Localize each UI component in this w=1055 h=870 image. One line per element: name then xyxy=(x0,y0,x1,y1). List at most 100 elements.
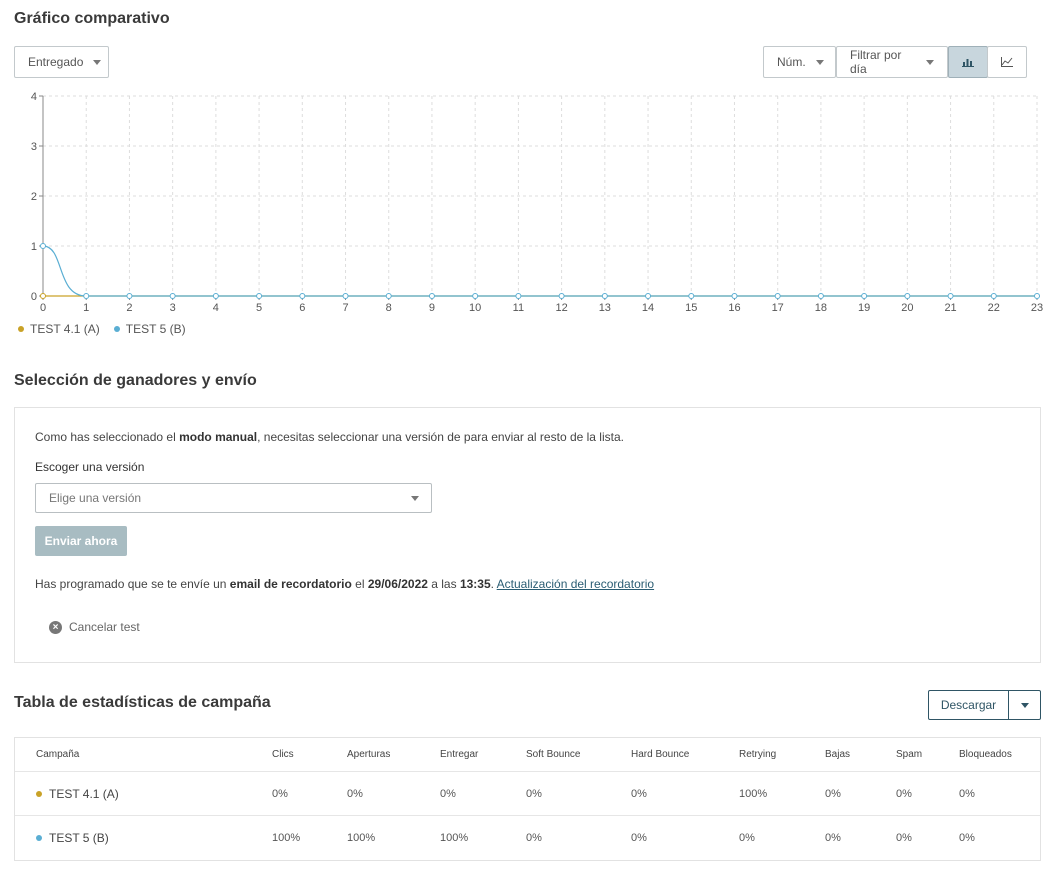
data-point-b[interactable] xyxy=(774,293,781,299)
data-point-b[interactable] xyxy=(688,293,695,299)
stats-section-title: Tabla de estadísticas de campaña xyxy=(14,694,271,711)
campaign-name: TEST 5 (B) xyxy=(49,831,109,845)
x-tick-label: 17 xyxy=(772,302,784,314)
data-point-b[interactable] xyxy=(472,293,479,299)
col-opens[interactable]: Aperturas xyxy=(347,738,390,771)
chart-legend: TEST 4.1 (A) TEST 5 (B) xyxy=(18,322,186,336)
data-point-b[interactable] xyxy=(601,293,608,299)
winners-section-title: Selección de ganadores y envío xyxy=(14,372,257,389)
metric-dropdown[interactable]: Entregado xyxy=(14,46,109,78)
reminder-pre: Has programado que se te envíe un xyxy=(35,577,230,591)
series-b-dot xyxy=(113,326,120,332)
line-view-button[interactable] xyxy=(987,46,1027,78)
x-tick-label: 4 xyxy=(213,302,219,314)
data-point-b[interactable] xyxy=(40,243,46,249)
num-dropdown[interactable]: Núm. xyxy=(763,46,836,78)
data-point-b[interactable] xyxy=(515,293,522,299)
intro-pre: Como has seleccionado el xyxy=(35,430,180,444)
data-point-b[interactable] xyxy=(83,293,90,299)
data-point-a[interactable] xyxy=(40,293,46,299)
col-soft-bounce[interactable]: Soft Bounce xyxy=(526,738,580,771)
data-point-b[interactable] xyxy=(645,293,652,299)
data-point-b[interactable] xyxy=(342,293,349,299)
download-button[interactable]: Descargar xyxy=(928,690,1009,720)
data-point-b[interactable] xyxy=(212,293,219,299)
col-spam[interactable]: Spam xyxy=(896,738,922,771)
intro-bold: modo manual xyxy=(179,430,258,444)
col-campaign[interactable]: Campaña xyxy=(36,738,79,771)
data-point-b[interactable] xyxy=(731,293,738,299)
data-point-b[interactable] xyxy=(169,293,176,299)
data-point-b[interactable] xyxy=(299,293,306,299)
x-tick-label: 10 xyxy=(469,302,481,314)
comparison-chart: 012340 1 2 3 4 5 6 7 8 9 10 11 12 13 14 15 16 17 18 19 20 21 2… xyxy=(31,91,1043,314)
unsubscribes-cell: 0% xyxy=(825,787,841,800)
download-options-button[interactable] xyxy=(1008,690,1041,720)
bar-chart-icon xyxy=(962,59,974,67)
data-point-b[interactable] xyxy=(904,293,911,299)
x-tick-label: 14 xyxy=(642,302,654,314)
clicks-cell: 0% xyxy=(272,787,288,800)
campaign-name: TEST 4.1 (A) xyxy=(49,786,119,801)
table-header-row: Campaña Clics Aperturas Entregar Soft Bo… xyxy=(15,738,1040,772)
table-row: TEST 5 (B) 100% 100% 100% 0% 0% 0% 0% 0%… xyxy=(15,816,1040,860)
chevron-down-icon xyxy=(93,59,102,65)
opens-cell: 0% xyxy=(347,787,363,800)
data-point-b[interactable] xyxy=(126,293,133,299)
x-tick-label: 5 xyxy=(256,302,262,314)
x-tick-label: 12 xyxy=(555,302,567,314)
reminder-mid2: a las xyxy=(427,577,460,591)
y-tick-label: 1 xyxy=(31,241,37,253)
chevron-down-icon xyxy=(1020,702,1029,708)
col-delivered[interactable]: Entregar xyxy=(440,738,478,771)
cancel-test-label: Cancelar test xyxy=(69,620,140,634)
x-tick-label: 20 xyxy=(901,302,913,314)
version-select[interactable]: Elige una versión xyxy=(35,483,432,513)
x-tick-label: 9 xyxy=(429,302,435,314)
x-tick-label: 18 xyxy=(815,302,827,314)
choose-version-label: Escoger una versión xyxy=(35,460,145,474)
series-line-b xyxy=(42,245,1037,297)
data-point-b[interactable] xyxy=(256,293,263,299)
chevron-down-icon xyxy=(815,59,824,65)
line-chart-icon xyxy=(1001,57,1013,67)
clicks-cell: 100% xyxy=(272,832,301,844)
blocked-cell: 0% xyxy=(959,787,975,800)
col-hard-bounce[interactable]: Hard Bounce xyxy=(631,738,689,771)
col-blocked[interactable]: Bloqueados xyxy=(959,738,1012,771)
x-tick-label: 11 xyxy=(513,302,524,314)
legend-item-test-b[interactable]: TEST 5 (B) xyxy=(113,322,186,336)
chevron-down-icon xyxy=(926,59,934,65)
data-point-b[interactable] xyxy=(947,293,954,299)
retrying-cell: 100% xyxy=(739,787,768,800)
soft-bounce-cell: 0% xyxy=(526,832,542,844)
data-point-b[interactable] xyxy=(558,293,565,299)
reminder-time: 13:35 xyxy=(459,577,491,591)
series-a-dot xyxy=(36,790,42,797)
col-retrying[interactable]: Retrying xyxy=(739,738,776,771)
data-point-b[interactable] xyxy=(428,293,435,299)
x-tick-label: 16 xyxy=(728,302,740,314)
data-point-b[interactable] xyxy=(385,293,392,299)
version-select-placeholder: Elige una versión xyxy=(49,491,142,505)
col-unsubscribes[interactable]: Bajas xyxy=(825,738,850,771)
y-tick-label: 2 xyxy=(31,191,37,203)
manual-mode-text: Como has seleccionado el modo manual, ne… xyxy=(35,430,624,444)
update-reminder-link[interactable]: Actualización del recordatorio xyxy=(497,577,654,591)
table-row: TEST 4.1 (A) 0% 0% 0% 0% 0% 100% 0% 0% 0… xyxy=(15,772,1040,816)
data-point-b[interactable] xyxy=(861,293,868,299)
series-b-dot xyxy=(36,835,42,841)
data-point-b[interactable] xyxy=(1034,293,1040,299)
data-point-b[interactable] xyxy=(990,293,997,299)
cancel-test-button[interactable]: × Cancelar test xyxy=(49,620,140,634)
col-clicks[interactable]: Clics xyxy=(272,738,294,771)
legend-item-test-a[interactable]: TEST 4.1 (A) xyxy=(18,322,100,336)
metric-dropdown-label: Entregado xyxy=(28,55,84,69)
bar-view-button[interactable] xyxy=(948,46,988,78)
reminder-mid: el xyxy=(351,577,368,591)
send-now-button[interactable]: Enviar ahora xyxy=(35,526,127,556)
filter-day-dropdown[interactable]: Filtrar por día xyxy=(836,46,948,78)
x-tick-label: 0 xyxy=(40,302,46,314)
data-point-b[interactable] xyxy=(817,293,824,299)
stats-table: Campaña Clics Aperturas Entregar Soft Bo… xyxy=(14,737,1041,861)
